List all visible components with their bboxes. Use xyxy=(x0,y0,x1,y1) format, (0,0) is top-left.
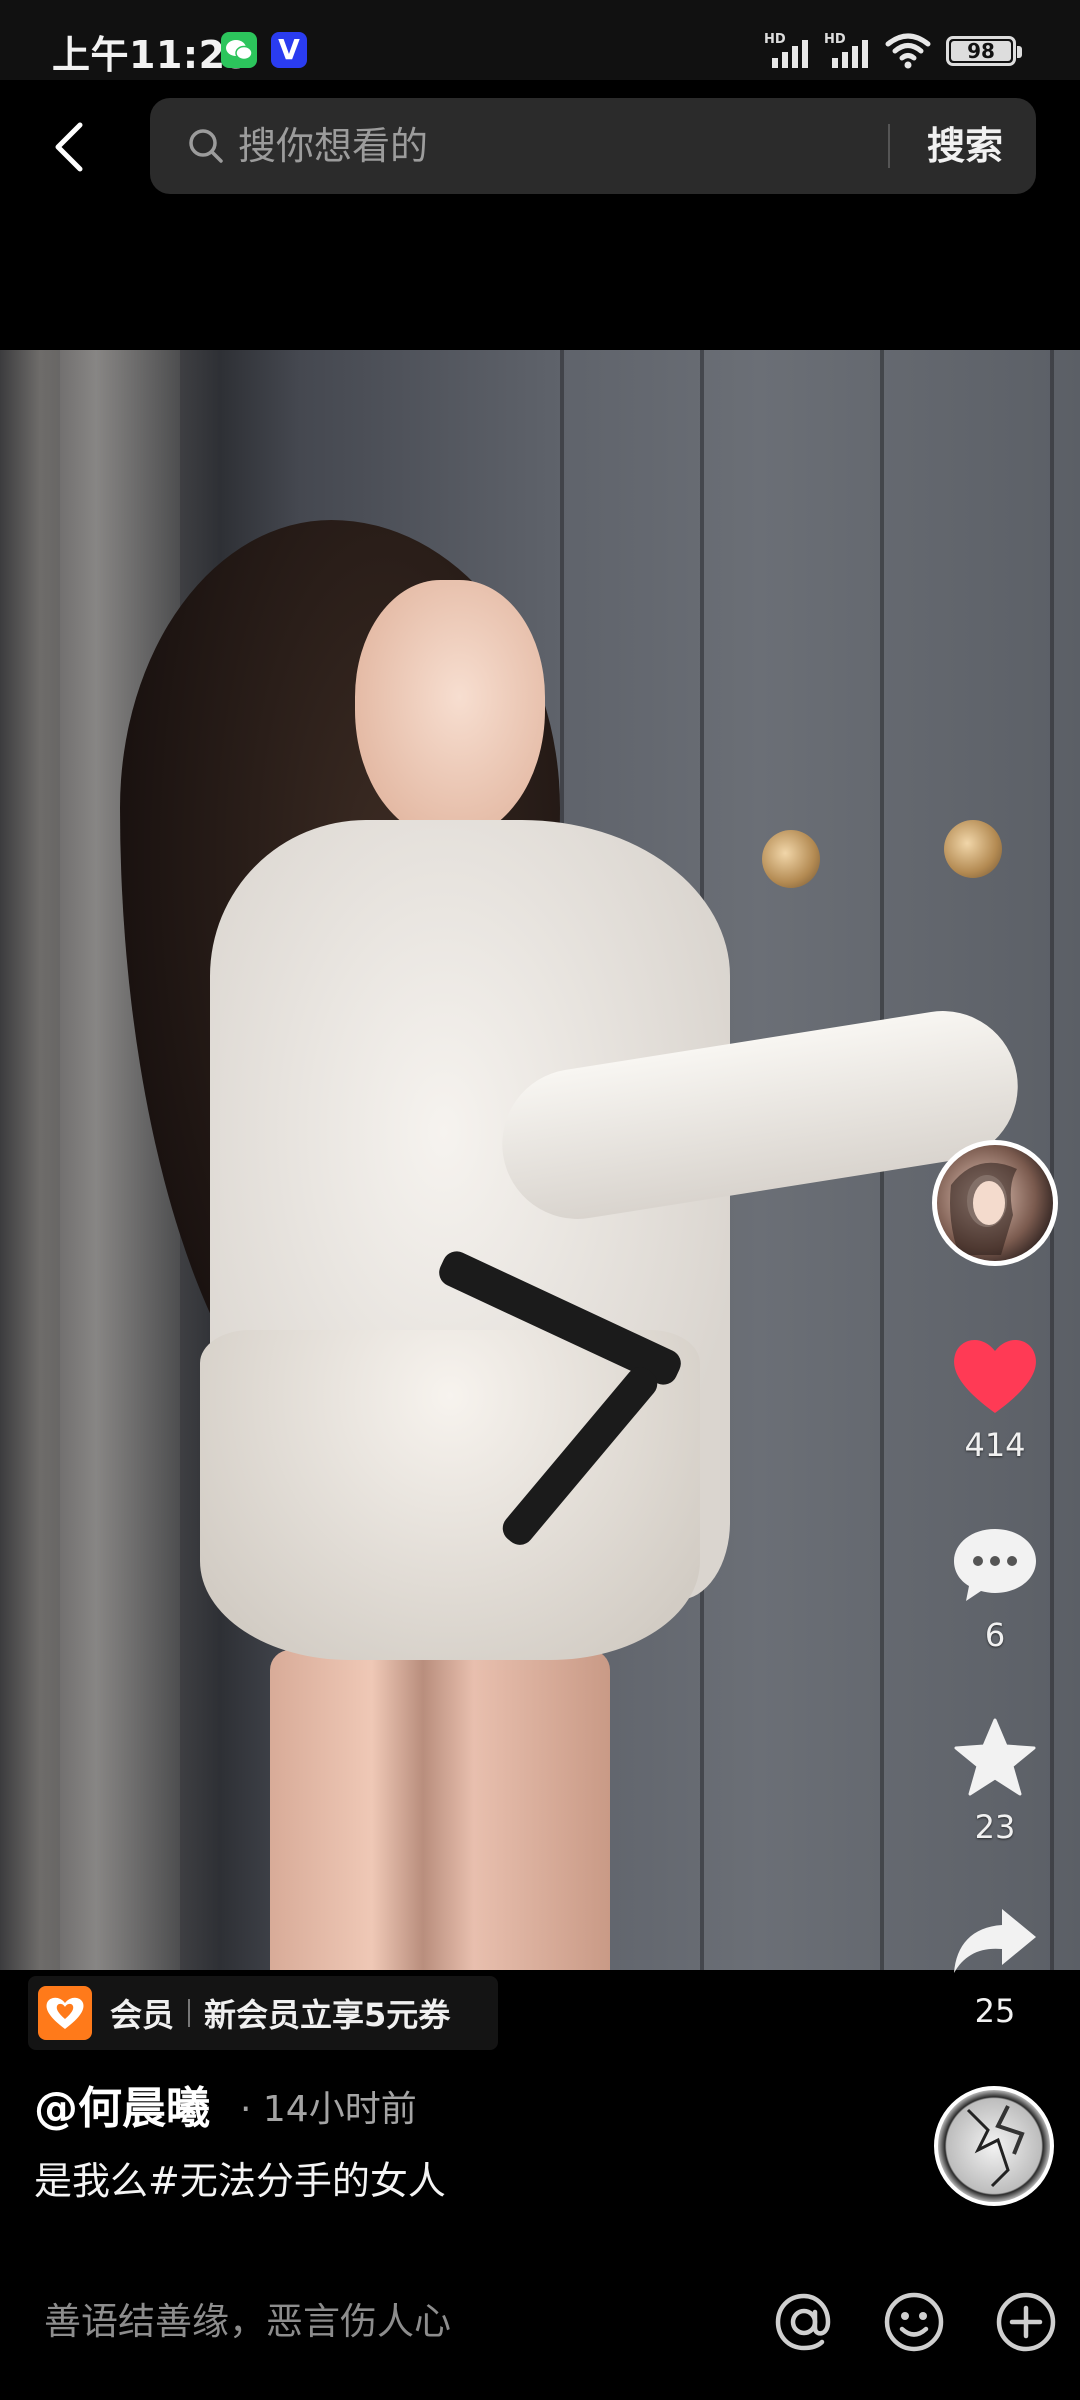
search-icon xyxy=(189,129,223,163)
video-player[interactable] xyxy=(0,350,1080,1970)
author-name[interactable]: @何晨曦 xyxy=(34,2072,210,2136)
plus-icon[interactable] xyxy=(994,2290,1058,2354)
vip-heart-icon xyxy=(38,1986,92,2040)
share-arrow-icon xyxy=(947,1896,1043,1986)
v-app-notification-icon: V xyxy=(271,32,307,68)
vip-promo-text: 新会员立享5元券 xyxy=(204,1996,451,2034)
wall-knob xyxy=(762,830,820,888)
post-caption[interactable]: 是我么#无法分手的女人 xyxy=(34,2150,446,2205)
vip-separator xyxy=(188,1999,191,2027)
status-bar: 上午11:29 V HD HD 98 xyxy=(0,0,1080,80)
music-disc[interactable] xyxy=(934,2086,1054,2206)
heart-icon xyxy=(947,1330,1043,1420)
search-input[interactable] xyxy=(238,118,918,174)
comment-bubble-icon xyxy=(947,1520,1043,1610)
comment-button[interactable]: 6 xyxy=(935,1520,1055,1654)
wechat-notification-icon xyxy=(221,32,257,68)
favorite-count: 23 xyxy=(974,1808,1016,1846)
vip-label: 会员 xyxy=(110,1996,175,2034)
chevron-left-icon xyxy=(55,122,83,172)
vip-banner[interactable]: 会员 新会员立享5元券 xyxy=(28,1976,498,2050)
author-avatar[interactable] xyxy=(932,1140,1058,1266)
wifi-icon xyxy=(884,30,932,70)
at-icon[interactable] xyxy=(772,2290,836,2354)
wall-knob xyxy=(944,820,1002,878)
favorite-button[interactable]: 23 xyxy=(935,1712,1055,1846)
music-cover-art xyxy=(966,2105,1025,2188)
search-bar[interactable]: 搜索 xyxy=(150,98,1036,194)
search-submit-button[interactable]: 搜索 xyxy=(906,116,1024,176)
back-button[interactable] xyxy=(44,112,96,182)
avatar-photo xyxy=(950,1162,1017,1255)
emoji-icon[interactable] xyxy=(882,2290,946,2354)
battery-level: 98 xyxy=(967,39,995,63)
comment-count: 6 xyxy=(984,1616,1006,1654)
share-count: 25 xyxy=(974,1992,1016,2030)
cellular-signal-2-icon: HD xyxy=(824,32,880,68)
post-time: · 14小时前 xyxy=(240,2089,417,2130)
video-subject-legs xyxy=(270,1650,610,1970)
star-icon xyxy=(947,1712,1043,1802)
cellular-signal-icon: HD xyxy=(764,32,820,68)
comment-input[interactable] xyxy=(44,2288,724,2354)
video-subject-face xyxy=(355,580,545,840)
like-count: 414 xyxy=(964,1426,1026,1464)
share-button[interactable]: 25 xyxy=(935,1896,1055,2030)
like-button[interactable]: 414 xyxy=(935,1330,1055,1464)
battery-icon: 98 xyxy=(946,36,1022,66)
search-divider xyxy=(888,124,890,168)
